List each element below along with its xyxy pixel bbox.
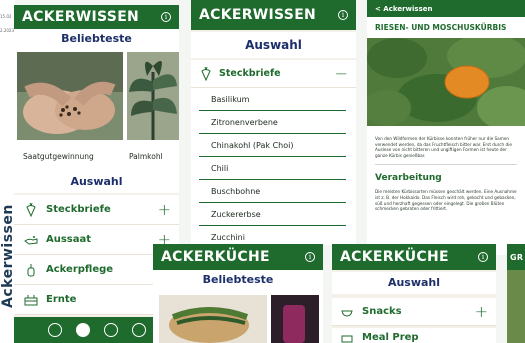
info-icon[interactable]: i <box>161 12 171 22</box>
phone-ackerkueche-auswahl: ACKERKÜCHE i Auswahl Snacks + Meal Prep <box>332 244 496 343</box>
tile-caption: Saatgutgewinnung <box>23 152 94 161</box>
section-heading-auswahl: Auswahl <box>14 171 179 193</box>
menu-item-label: Meal Prep <box>362 332 419 343</box>
kitchen-tab-icon[interactable] <box>103 323 118 337</box>
sandwich-image[interactable] <box>159 295 267 343</box>
menu-item-steckbriefe[interactable]: Steckbriefe − <box>191 60 356 88</box>
seeds-hands-image <box>17 52 123 140</box>
carrot-tab-icon[interactable] <box>47 323 62 337</box>
info-icon[interactable]: i <box>338 10 348 20</box>
app-title: ACKERKÜCHE <box>161 249 270 265</box>
smoothie-image[interactable] <box>271 295 319 343</box>
menu-item-label: Steckbriefe <box>46 204 111 215</box>
meal-prep-icon <box>340 333 354 343</box>
info-icon[interactable]: i <box>305 252 315 262</box>
app-header: ACKERKÜCHE i <box>153 244 323 270</box>
expand-icon[interactable]: + <box>475 302 488 321</box>
menu-item-label: Ackerpflege <box>46 264 114 275</box>
app-header: ACKERWISSEN i <box>14 5 179 29</box>
sub-item-zitronenverbene[interactable]: Zitronenverbene <box>199 111 346 134</box>
book-tab-icon[interactable] <box>75 323 90 337</box>
partial-image <box>507 270 525 343</box>
date-fragment: 15.02 <box>0 14 12 19</box>
app-header: ACKERWISSEN i <box>191 0 356 30</box>
sub-item-basilikum[interactable]: Basilikum <box>199 88 346 111</box>
nav-header: < Ackerwissen <box>367 0 525 17</box>
menu-item-label: Snacks <box>362 306 402 317</box>
seed-hand-icon <box>22 235 40 245</box>
article-title: RIESEN- UND MOSCHUSKÜRBIS <box>375 23 507 32</box>
sub-item-buschbohne[interactable]: Buschbohne <box>199 180 346 203</box>
phone-ackerkueche-home: ACKERKÜCHE i Beliebteste <box>153 244 323 343</box>
date-fragment-2: 2.2023 <box>0 28 14 33</box>
app-header: GR <box>507 244 525 270</box>
section-heading-beliebteste: Beliebteste <box>14 29 179 49</box>
menu-item-snacks[interactable]: Snacks + <box>332 298 496 326</box>
tile-palmkohl[interactable]: Palmkohl <box>127 52 179 168</box>
calendar-tab-icon[interactable] <box>131 323 146 337</box>
section-heading-beliebteste: Beliebteste <box>153 270 323 290</box>
app-title: GR <box>510 252 524 262</box>
carrot-icon <box>22 202 40 217</box>
collapse-icon[interactable]: − <box>335 64 348 83</box>
section-heading-auswahl: Auswahl <box>191 32 356 58</box>
phone-steckbrief-kuerbis: < Ackerwissen RIESEN- UND MOSCHUSKÜRBIS … <box>367 0 525 255</box>
tile-caption: Palmkohl <box>129 152 163 161</box>
sub-item-zucchini[interactable]: Zucchini <box>199 226 346 245</box>
watering-icon <box>22 263 40 277</box>
palmkohl-image <box>127 52 179 140</box>
app-title: ACKERKÜCHE <box>340 249 449 265</box>
sub-item-chili[interactable]: Chili <box>199 157 346 180</box>
article-paragraph-2: Die meisten Kürbissorten müssen geschält… <box>375 189 517 212</box>
section-heading-auswahl: Auswahl <box>332 272 496 294</box>
document-margin: 15.02 2.2023 Ackerwissen <box>0 0 16 343</box>
back-link[interactable]: < Ackerwissen <box>375 5 432 13</box>
phone-ackerwissen-auswahl: ACKERWISSEN i Auswahl Steckbriefe − Basi… <box>191 0 356 245</box>
snack-bowl-icon <box>340 307 354 317</box>
expand-icon[interactable]: + <box>158 200 171 219</box>
article-paragraph: Von den Wildformen der Kürbisse konnten … <box>375 136 512 158</box>
app-title: ACKERWISSEN <box>199 7 317 23</box>
sub-item-zuckererbse[interactable]: Zuckererbse <box>199 203 346 226</box>
app-header: ACKERKÜCHE i <box>332 244 496 270</box>
carrot-icon <box>199 66 213 81</box>
crate-icon <box>22 294 40 306</box>
info-icon[interactable]: i <box>478 252 488 262</box>
menu-item-steckbriefe[interactable]: Steckbriefe + <box>14 195 179 225</box>
menu-item-label: Aussaat <box>46 234 92 245</box>
menu-item-label: Steckbriefe <box>219 68 281 79</box>
phone-partial-gr: GR <box>507 244 525 343</box>
sub-item-chinakohl[interactable]: Chinakohl (Pak Choi) <box>199 134 346 157</box>
menu-item-meal-prep[interactable]: Meal Prep <box>332 328 496 343</box>
tile-saatgutgewinnung[interactable]: Saatgutgewinnung <box>17 52 123 168</box>
featured-carousel[interactable]: Saatgutgewinnung Palmkohl <box>14 49 179 171</box>
pumpkin-plant-image <box>367 34 525 130</box>
app-title: ACKERWISSEN <box>22 9 140 25</box>
article-subheading: Verarbeitung <box>375 173 442 184</box>
